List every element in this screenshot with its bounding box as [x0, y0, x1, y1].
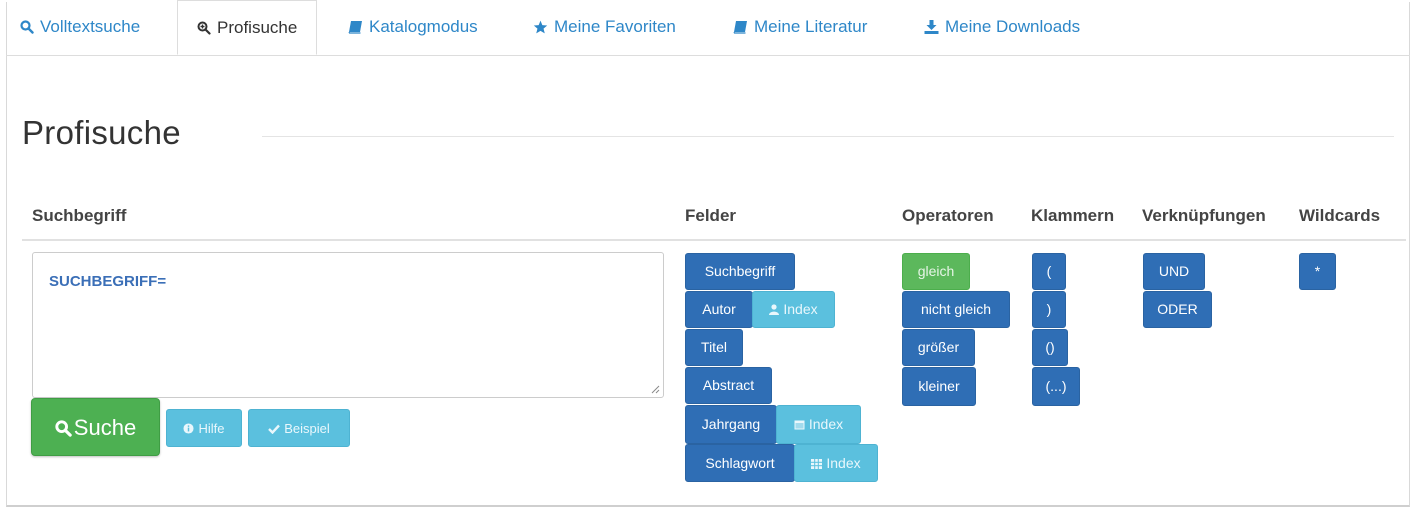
column-header-verknuepfungen: Verknüpfungen — [1142, 206, 1266, 225]
connector-oder-button[interactable]: ODER — [1143, 291, 1212, 328]
search-icon — [20, 20, 34, 34]
tab-label: Katalogmodus — [369, 17, 478, 36]
index-label: Index — [783, 301, 818, 317]
tab-meine-literatur[interactable]: Meine Literatur — [733, 0, 867, 54]
field-abstract-button[interactable]: Abstract — [685, 367, 772, 404]
field-schlagwort-button[interactable]: Schlagwort — [685, 444, 795, 482]
help-button[interactable]: Hilfe — [166, 409, 242, 447]
book-icon — [348, 21, 362, 34]
search-icon — [55, 420, 72, 437]
query-value: SUCHBEGRIFF= — [49, 273, 167, 290]
calendar-icon — [794, 420, 805, 430]
autor-index-button[interactable]: Index — [752, 291, 835, 328]
field-titel-button[interactable]: Titel — [685, 329, 743, 366]
field-jahrgang-button[interactable]: Jahrgang — [685, 405, 777, 444]
download-icon — [924, 20, 939, 34]
bracket-pair-button[interactable]: () — [1032, 329, 1068, 366]
tab-volltextsuche[interactable]: Volltextsuche — [20, 0, 140, 54]
check-icon — [268, 424, 281, 435]
operator-kleiner-button[interactable]: kleiner — [902, 367, 976, 406]
tab-label: Meine Literatur — [754, 17, 868, 36]
operator-groesser-button[interactable]: größer — [902, 329, 975, 366]
tab-label: Meine Favoriten — [554, 17, 676, 36]
bracket-open-button[interactable]: ( — [1032, 253, 1066, 290]
title-divider — [262, 136, 1394, 137]
star-icon — [533, 20, 548, 34]
example-button[interactable]: Beispiel — [248, 409, 350, 447]
jahrgang-index-button[interactable]: Index — [776, 405, 861, 444]
query-textarea[interactable]: SUCHBEGRIFF= — [32, 252, 664, 398]
info-icon — [183, 423, 195, 434]
tab-label: Profisuche — [217, 18, 298, 37]
resize-grip-icon[interactable] — [651, 385, 660, 394]
tab-meine-downloads[interactable]: Meine Downloads — [924, 0, 1080, 54]
bracket-group-button[interactable]: (...) — [1032, 367, 1080, 406]
page-title: Profisuche — [22, 114, 181, 151]
schlagwort-index-button[interactable]: Index — [794, 444, 878, 482]
tab-meine-favoriten[interactable]: Meine Favoriten — [533, 0, 676, 54]
search-button[interactable]: Suche — [31, 398, 160, 456]
connector-und-button[interactable]: UND — [1143, 253, 1205, 290]
user-icon — [769, 304, 780, 315]
column-header-felder: Felder — [685, 206, 737, 225]
header-divider — [22, 239, 1406, 241]
column-header-operatoren: Operatoren — [902, 206, 994, 225]
table-icon — [811, 459, 823, 469]
index-label: Index — [808, 416, 844, 432]
wildcard-asterisk-button[interactable]: * — [1299, 253, 1336, 290]
book-icon — [733, 21, 747, 34]
tab-label: Meine Downloads — [945, 17, 1081, 36]
tab-katalogmodus[interactable]: Katalogmodus — [348, 0, 478, 54]
tab-profisuche[interactable]: Profisuche — [177, 0, 318, 55]
field-suchbegriff-button[interactable]: Suchbegriff — [685, 253, 795, 290]
tab-label: Volltextsuche — [40, 17, 141, 36]
column-header-wildcards: Wildcards — [1299, 206, 1381, 225]
column-header-klammern: Klammern — [1031, 206, 1115, 225]
column-header-suchbegriff: Suchbegriff — [32, 206, 127, 225]
search-button-label: Suche — [73, 415, 137, 440]
example-button-label: Beispiel — [284, 421, 330, 436]
field-autor-button[interactable]: Autor — [685, 291, 753, 328]
operator-nicht-gleich-button[interactable]: nicht gleich — [902, 291, 1010, 328]
bracket-close-button[interactable]: ) — [1032, 291, 1066, 328]
help-button-label: Hilfe — [198, 421, 225, 436]
operator-gleich-button[interactable]: gleich — [902, 253, 970, 290]
zoom-search-icon — [197, 21, 211, 35]
index-label: Index — [826, 455, 861, 471]
